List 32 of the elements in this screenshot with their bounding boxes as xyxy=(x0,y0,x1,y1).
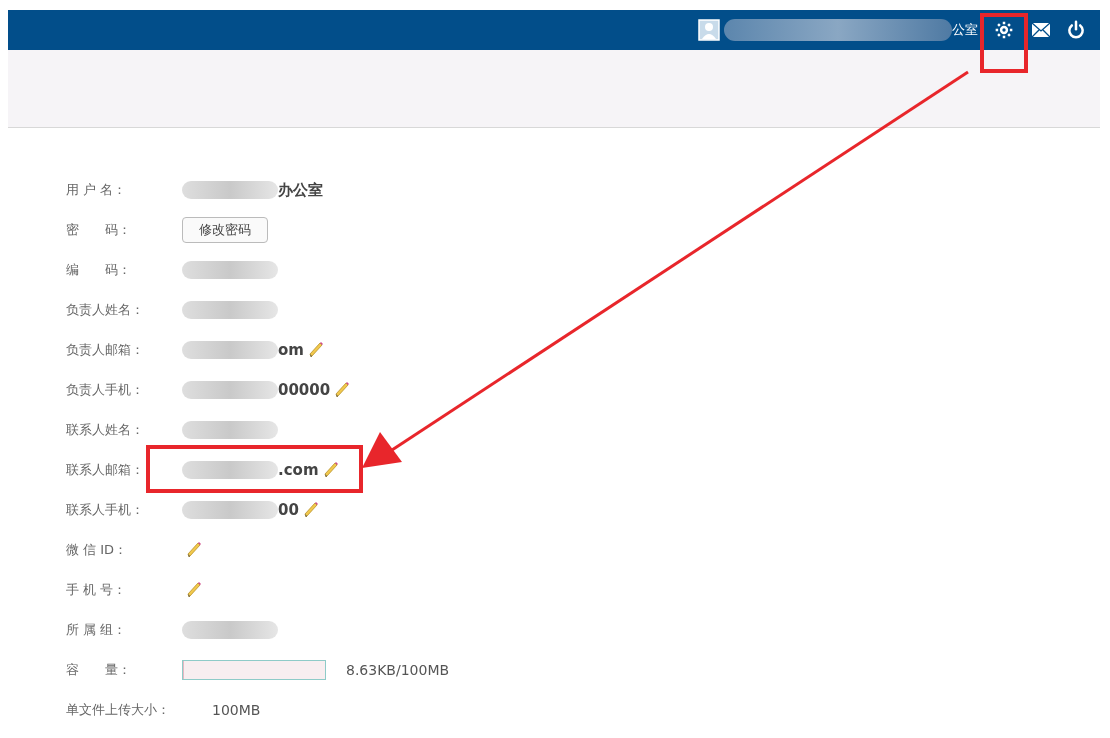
pencil-icon[interactable] xyxy=(186,541,202,559)
pencil-icon[interactable] xyxy=(322,461,339,479)
field-label: 负责人手机： xyxy=(66,381,145,400)
field-value: 100MB xyxy=(212,700,261,720)
user-name[interactable]: 公室 xyxy=(952,20,978,40)
pencil-icon[interactable] xyxy=(302,501,319,519)
pencil-icon[interactable] xyxy=(307,341,324,359)
field-label: 联系人手机： xyxy=(66,501,145,520)
field-label: 用 户 名： xyxy=(66,181,128,200)
field-label: 负责人邮箱： xyxy=(66,341,145,360)
mail-icon[interactable] xyxy=(1031,22,1051,38)
field-value: .com xyxy=(278,459,319,481)
field-value: om xyxy=(278,339,304,361)
field-label: 单文件上传大小： xyxy=(66,701,171,720)
field-label: 密 码： xyxy=(66,221,132,240)
field-value: 00000 xyxy=(278,379,331,401)
field-label: 编 码： xyxy=(66,261,132,280)
field-label: 容 量： xyxy=(66,661,132,680)
field-label: 手 机 号： xyxy=(66,581,128,600)
power-icon[interactable] xyxy=(1066,20,1086,40)
pencil-icon[interactable] xyxy=(334,381,351,399)
field-label: 联系人邮箱： xyxy=(66,461,145,480)
field-label: 微 信 ID： xyxy=(66,541,129,560)
field-label: 负责人姓名： xyxy=(66,301,145,320)
field-value: 00 xyxy=(278,499,299,521)
field-label: 所 属 组： xyxy=(66,621,128,640)
capacity-reading: 8.63KB/100MB xyxy=(346,660,450,680)
change-password-button[interactable]: 修改密码 xyxy=(182,217,268,243)
field-value: 办公室 xyxy=(278,179,323,201)
settings-icon[interactable] xyxy=(994,20,1014,40)
field-label: 联系人姓名： xyxy=(66,421,145,440)
pencil-icon[interactable] xyxy=(186,581,202,599)
